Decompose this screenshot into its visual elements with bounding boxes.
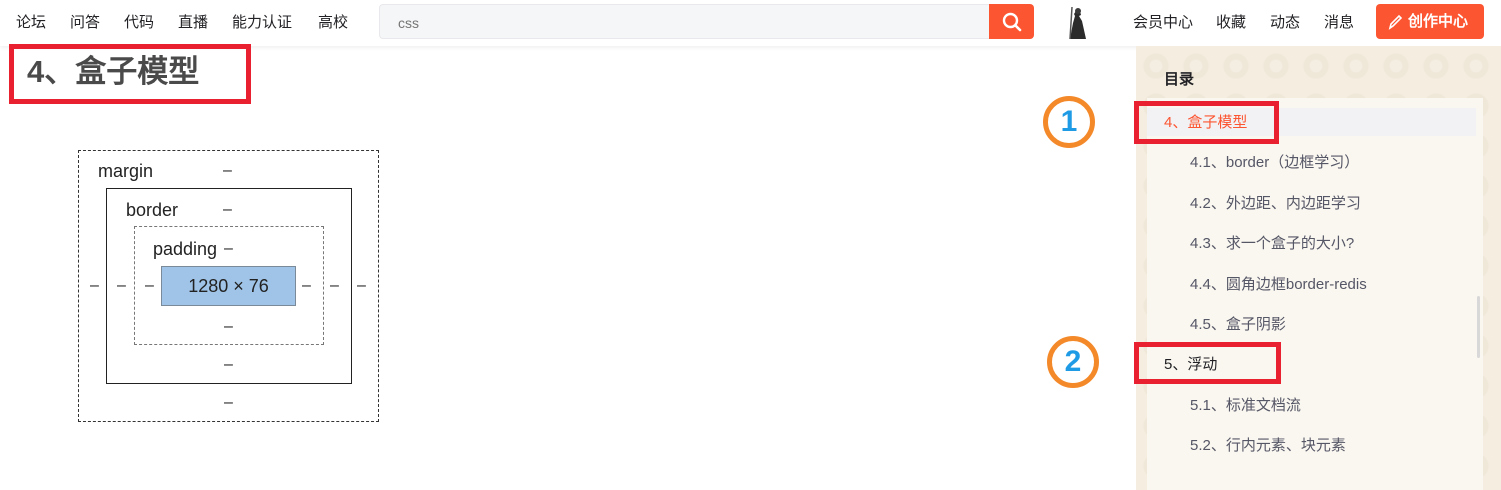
padding-label: padding: [153, 239, 218, 259]
toc-title: 目录: [1164, 71, 1195, 88]
margin-top-value: –: [223, 162, 232, 179]
create-center-label: 创作中心: [1408, 13, 1469, 30]
toc-item[interactable]: 4.5、盒子阴影: [1190, 315, 1286, 335]
search-input[interactable]: [396, 13, 960, 33]
padding-right-value: –: [302, 277, 311, 294]
margin-label: margin: [98, 161, 154, 181]
nav-link-university[interactable]: 高校: [318, 13, 348, 33]
search-box[interactable]: [379, 4, 989, 39]
toc-item[interactable]: 4.2、外边距、内边距学习: [1190, 194, 1361, 214]
toc-item[interactable]: 4.3、求一个盒子的大小?: [1190, 234, 1354, 254]
toc-highlight-box-2: [1134, 342, 1281, 384]
top-navbar: 论坛 问答 代码 直播 能力认证 高校 会员中心 收藏 动态 消息 创作中心: [0, 0, 1501, 46]
toc-item[interactable]: 4.1、border（边框学习）: [1190, 153, 1359, 173]
annotation-marker-1: 1: [1043, 96, 1095, 148]
search-button[interactable]: [989, 4, 1034, 39]
nav-link-activity[interactable]: 动态: [1270, 13, 1300, 33]
padding-bottom-value: –: [224, 318, 233, 335]
nav-link-qa[interactable]: 问答: [70, 13, 100, 33]
toc-scrollbar[interactable]: [1477, 296, 1480, 358]
border-bottom-value: –: [224, 356, 233, 373]
user-avatar[interactable]: [1062, 5, 1094, 41]
toc-item[interactable]: 5.1、标准文档流: [1190, 396, 1301, 416]
nav-link-favorites[interactable]: 收藏: [1216, 13, 1246, 33]
border-top-value: –: [223, 201, 232, 218]
create-center-button[interactable]: 创作中心: [1376, 4, 1484, 39]
toc-item[interactable]: 5.2、行内元素、块元素: [1190, 436, 1346, 456]
margin-right-value: –: [357, 277, 366, 294]
pen-icon: [1388, 14, 1403, 30]
nav-link-certification[interactable]: 能力认证: [232, 13, 292, 33]
padding-left-value: –: [145, 277, 154, 294]
search-icon: [1002, 12, 1022, 32]
margin-bottom-value: –: [224, 394, 233, 411]
border-right-value: –: [330, 277, 339, 294]
nav-link-forum[interactable]: 论坛: [16, 13, 46, 33]
nav-link-messages[interactable]: 消息: [1324, 13, 1354, 33]
nav-link-live[interactable]: 直播: [178, 13, 208, 33]
nav-link-code[interactable]: 代码: [124, 13, 154, 33]
margin-left-value: –: [90, 277, 99, 294]
box-model-content: 1280 × 76: [161, 266, 296, 306]
heading-highlight-box: [9, 44, 251, 104]
annotation-marker-2: 2: [1047, 336, 1099, 388]
border-label: border: [126, 200, 179, 220]
border-left-value: –: [117, 277, 126, 294]
toc-item[interactable]: 4.4、圆角边框border-redis: [1190, 275, 1367, 295]
nav-link-member-center[interactable]: 会员中心: [1133, 13, 1193, 33]
padding-top-value: –: [224, 240, 233, 257]
toc-highlight-box-1: [1134, 101, 1279, 144]
